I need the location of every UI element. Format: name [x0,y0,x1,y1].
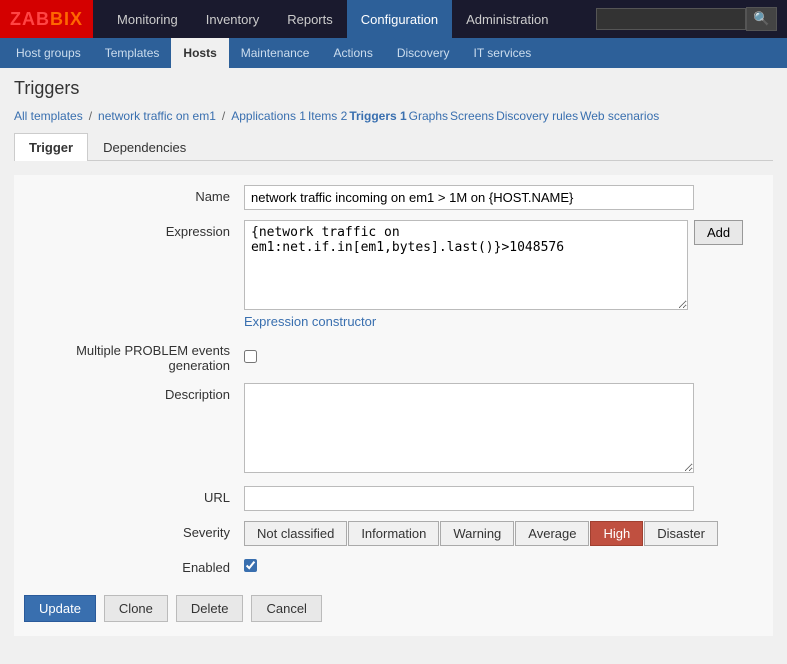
search-input[interactable] [596,8,746,30]
breadcrumb-all-templates[interactable]: All templates [14,109,83,123]
breadcrumb-triggers: Triggers 1 [349,109,406,123]
nav-monitoring[interactable]: Monitoring [103,0,192,38]
enabled-checkbox[interactable] [244,559,257,572]
breadcrumb-web-scenarios[interactable]: Web scenarios [580,109,659,123]
description-textarea[interactable] [244,383,694,473]
severity-buttons: Not classified Information Warning Avera… [244,521,763,546]
nav-reports[interactable]: Reports [273,0,347,38]
severity-high[interactable]: High [590,521,643,546]
expression-label: Expression [24,220,244,239]
top-nav-items: Monitoring Inventory Reports Configurati… [103,0,562,38]
expression-constructor-link[interactable]: Expression constructor [244,314,376,329]
description-row: Description [14,383,773,476]
severity-row: Severity Not classified Information Warn… [14,521,773,546]
add-expression-button[interactable]: Add [694,220,743,245]
url-input[interactable] [244,486,694,511]
name-row: Name [14,185,773,210]
expression-field: {network traffic on <span class="expr-un… [244,220,763,329]
severity-field: Not classified Information Warning Avera… [244,521,763,546]
breadcrumb-graphs[interactable]: Graphs [409,109,448,123]
delete-button[interactable]: Delete [176,595,244,622]
url-row: URL [14,486,773,511]
expression-textarea[interactable]: {network traffic on <span class="expr-un… [244,220,688,310]
name-field [244,185,763,210]
url-label: URL [24,486,244,505]
subnav-it-services[interactable]: IT services [462,38,544,68]
subnav-hosts[interactable]: Hosts [171,38,228,68]
subnav-actions[interactable]: Actions [321,38,384,68]
description-label: Description [24,383,244,402]
trigger-form: Name Expression {network traffic on <spa… [14,175,773,636]
expression-input-row: {network traffic on <span class="expr-un… [244,220,763,310]
name-input[interactable] [244,185,694,210]
logo: ZABBIX [0,0,93,38]
update-button[interactable]: Update [24,595,96,622]
search-button[interactable]: 🔍 [746,7,777,31]
nav-inventory[interactable]: Inventory [192,0,273,38]
description-field [244,383,763,476]
page-content: Triggers All templates / network traffic… [0,68,787,646]
severity-disaster[interactable]: Disaster [644,521,718,546]
subnav-maintenance[interactable]: Maintenance [229,38,322,68]
enabled-row: Enabled [14,556,773,575]
breadcrumb-applications[interactable]: Applications 1 [231,109,306,123]
subnav-templates[interactable]: Templates [93,38,172,68]
search-area: 🔍 [596,7,787,31]
top-navigation: ZABBIX Monitoring Inventory Reports Conf… [0,0,787,38]
breadcrumb: All templates / network traffic on em1 /… [14,109,773,123]
enabled-label: Enabled [24,556,244,575]
subnav-host-groups[interactable]: Host groups [4,38,93,68]
name-label: Name [24,185,244,204]
multiple-problem-label: Multiple PROBLEM events generation [24,339,244,373]
url-field [244,486,763,511]
action-buttons: Update Clone Delete Cancel [14,585,773,626]
clone-button[interactable]: Clone [104,595,168,622]
severity-information[interactable]: Information [348,521,439,546]
page-title: Triggers [14,78,773,99]
multiple-problem-checkbox[interactable] [244,350,257,363]
severity-warning[interactable]: Warning [440,521,514,546]
multiple-problem-row: Multiple PROBLEM events generation [14,339,773,373]
breadcrumb-screens[interactable]: Screens [450,109,494,123]
expression-row: Expression {network traffic on <span cla… [14,220,773,329]
breadcrumb-sep2: / [222,109,225,123]
nav-configuration[interactable]: Configuration [347,0,452,38]
severity-label: Severity [24,521,244,540]
breadcrumb-discovery-rules[interactable]: Discovery rules [496,109,578,123]
severity-average[interactable]: Average [515,521,589,546]
severity-not-classified[interactable]: Not classified [244,521,347,546]
tab-dependencies[interactable]: Dependencies [88,133,201,161]
form-tabs: Trigger Dependencies [14,133,773,161]
nav-administration[interactable]: Administration [452,0,562,38]
breadcrumb-network-traffic[interactable]: network traffic on em1 [98,109,216,123]
cancel-button[interactable]: Cancel [251,595,321,622]
breadcrumb-items[interactable]: Items 2 [308,109,347,123]
tab-trigger[interactable]: Trigger [14,133,88,161]
breadcrumb-sep1: / [89,109,92,123]
